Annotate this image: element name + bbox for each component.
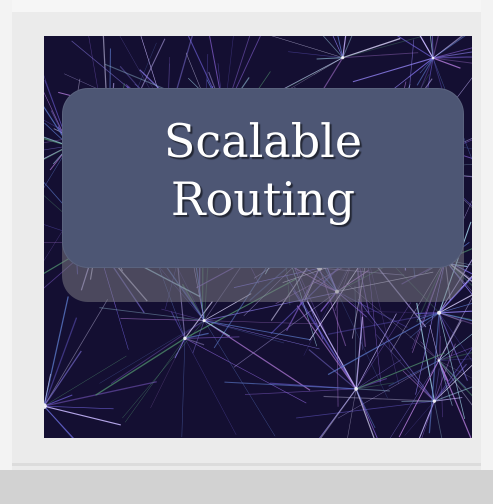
title-line-2: Routing (170, 172, 356, 226)
network-strand (44, 299, 109, 407)
network-node (431, 56, 435, 60)
network-strand (203, 320, 311, 391)
network-strand (181, 338, 186, 438)
network-strand (296, 305, 357, 390)
network-strand (432, 51, 472, 59)
network-strand (99, 320, 205, 384)
network-strand (44, 381, 157, 407)
title-line-1: Scalable (163, 114, 363, 168)
top-border (0, 0, 493, 12)
network-artwork: Scalable Routing (44, 36, 472, 438)
title-banner: Scalable Routing (62, 88, 464, 268)
bottom-bar (0, 470, 493, 504)
network-node (437, 359, 441, 362)
left-border (0, 0, 12, 504)
network-node (354, 387, 358, 391)
network-strand (355, 388, 378, 438)
network-strand (184, 338, 237, 435)
network-strand (362, 311, 440, 313)
network-strand (332, 36, 344, 58)
right-border (481, 0, 493, 504)
network-strand (355, 388, 375, 438)
network-node (183, 336, 187, 341)
bottom-divider (12, 463, 481, 466)
banner-title: Scalable Routing (62, 112, 464, 228)
network-strand (322, 36, 344, 58)
network-strand (306, 300, 357, 390)
network-strand (99, 307, 205, 322)
network-strand (433, 401, 443, 438)
network-strand (122, 320, 205, 419)
network-strand (337, 36, 344, 58)
network-node (202, 319, 206, 323)
network-node (432, 399, 437, 403)
network-strand (316, 57, 343, 60)
network-strand (124, 338, 186, 423)
network-strand (44, 405, 73, 438)
image-frame: Scalable Routing (0, 0, 493, 504)
network-strand (356, 382, 394, 390)
network-strand (44, 405, 74, 438)
network-strand (288, 51, 343, 58)
network-strand (433, 347, 472, 402)
network-strand (356, 388, 390, 392)
network-strand (244, 388, 357, 395)
network-strand (110, 320, 205, 384)
network-strand (204, 320, 320, 350)
network-node (341, 56, 345, 60)
network-strand (342, 36, 421, 59)
network-strand (438, 312, 472, 362)
network-node (437, 310, 442, 315)
